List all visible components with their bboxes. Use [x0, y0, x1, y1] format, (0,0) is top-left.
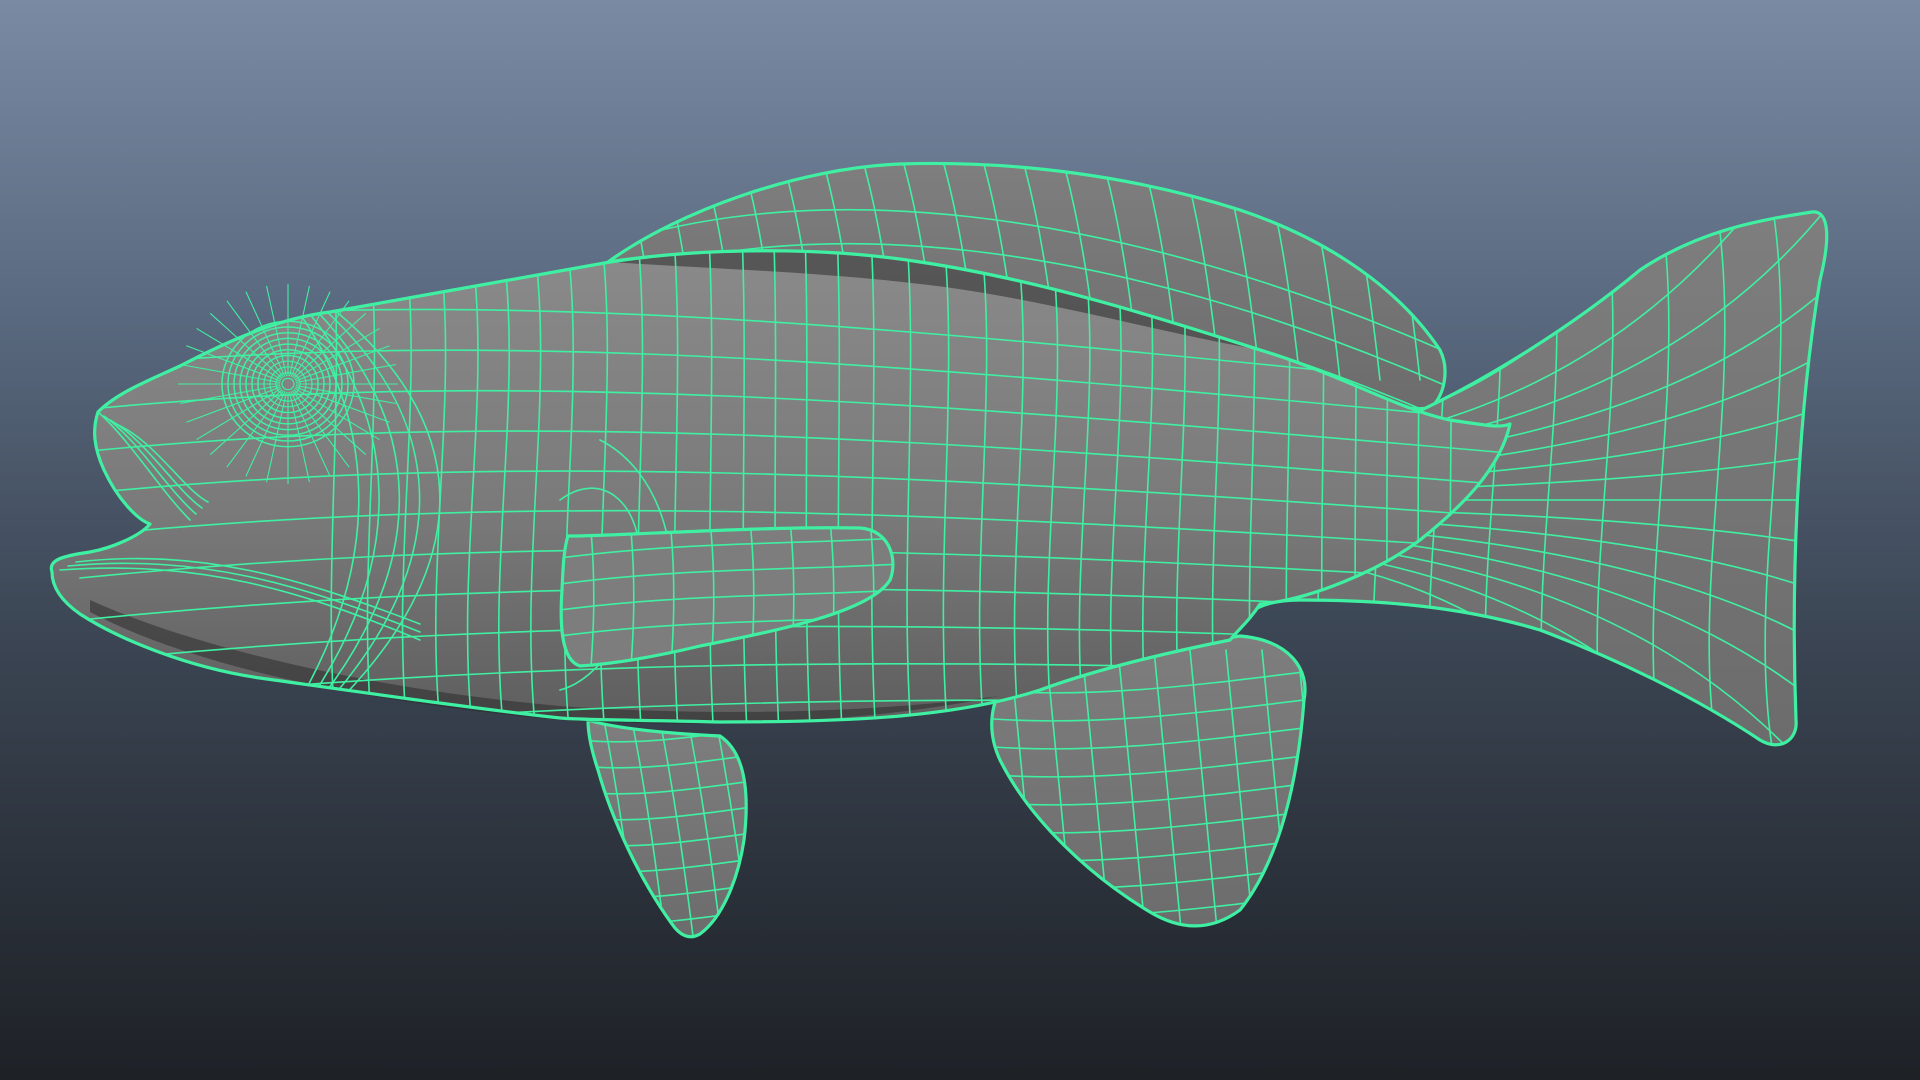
pelvic-fin[interactable] [580, 700, 780, 960]
dorsal-edge [1460, 150, 1500, 380]
fish-model[interactable] [0, 0, 1920, 1080]
anal-ray [1297, 649, 1306, 926]
3d-viewport[interactable] [0, 0, 1920, 1080]
